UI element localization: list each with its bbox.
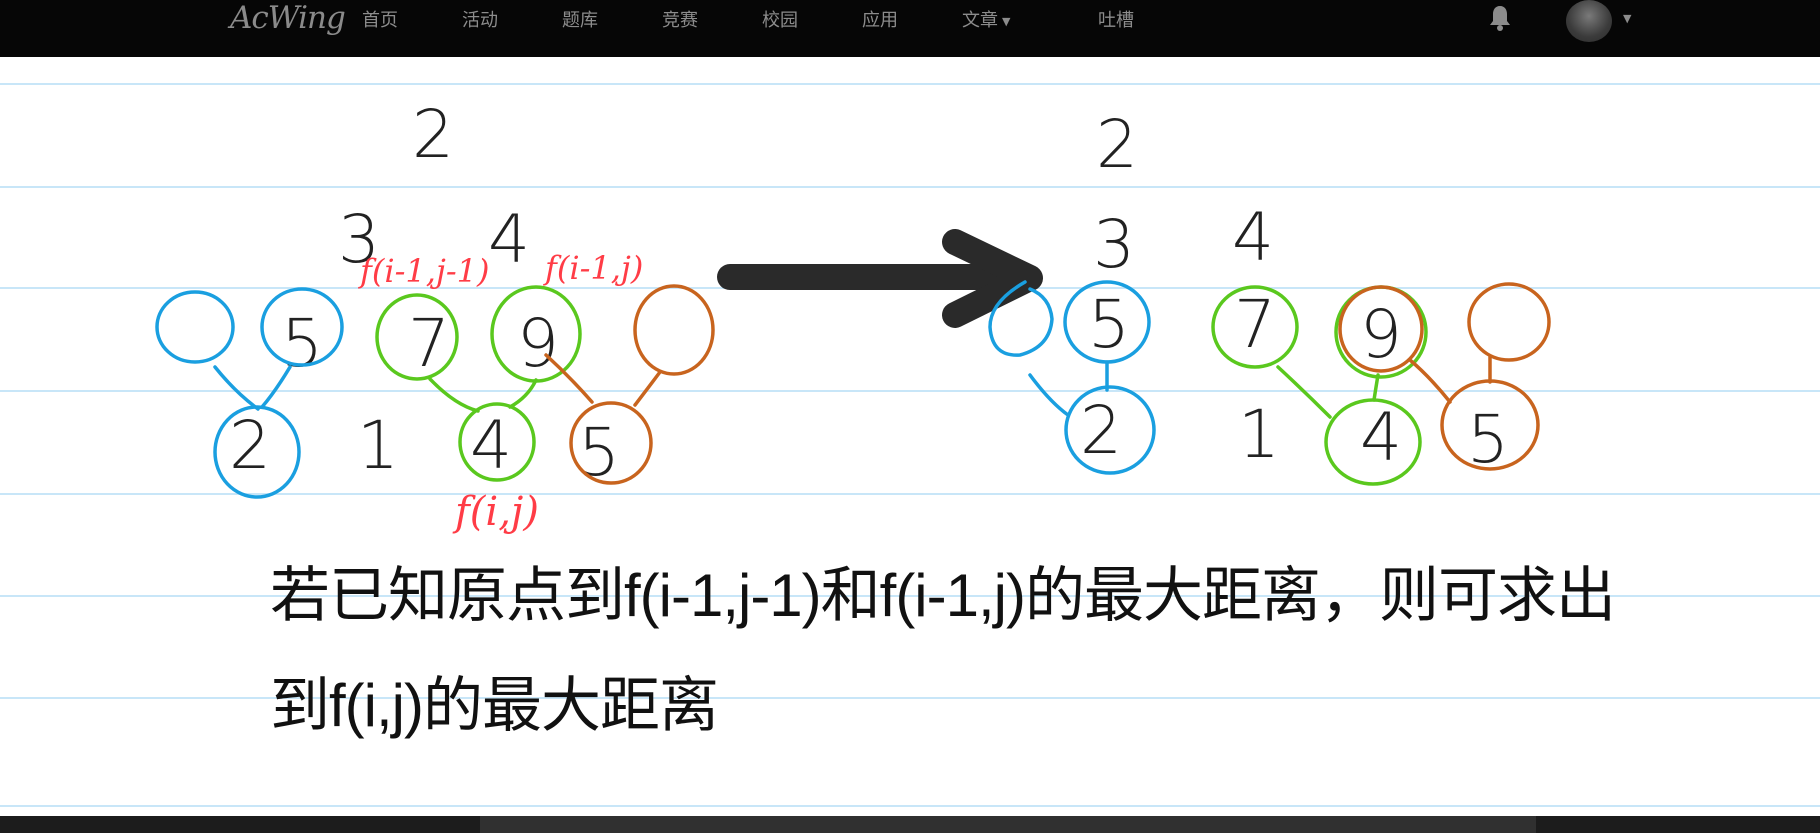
avatar-chevron-down-icon[interactable]: ▼	[1623, 12, 1631, 25]
nav-item-activities[interactable]: 活动	[462, 6, 498, 32]
right-row2-num-b: 4	[1232, 199, 1274, 276]
nav-item-home[interactable]: 首页	[362, 6, 398, 32]
annotation-f-i-1-j: f(i-1,j)	[543, 249, 643, 287]
left-row2-num-b: 4	[488, 201, 530, 278]
nav-item-apps[interactable]: 应用	[862, 6, 898, 32]
bottom-bar-segment	[480, 816, 1536, 833]
annotation-f-i-1-j-1: f(i-1,j-1)	[358, 252, 489, 290]
caption-line-2: 到f(i,j)的最大距离	[270, 672, 719, 739]
right-row4-num-b: 1	[1238, 396, 1280, 473]
user-avatar[interactable]	[1566, 0, 1612, 42]
nav-item-campus[interactable]: 校园	[762, 6, 798, 32]
acwing-logo[interactable]: AcWing	[230, 0, 346, 36]
right-row2-num-a: 3	[1093, 206, 1135, 283]
nav-item-articles-label: 文章	[962, 10, 998, 31]
bell-icon[interactable]	[1488, 4, 1512, 32]
right-row4-num-c: 4	[1360, 399, 1402, 476]
left-row3-num-c: 9	[517, 305, 559, 382]
right-row3-num-a: 5	[1088, 286, 1130, 363]
left-row1-num: 2	[412, 96, 454, 173]
nav-item-feedback[interactable]: 吐槽	[1098, 6, 1134, 32]
right-arrow	[717, 229, 1043, 328]
top-navbar: AcWing 首页 活动 题库 竞赛 校园 应用 文章 ▼ 吐槽 ▼	[0, 0, 1820, 57]
bottom-bar	[0, 816, 1820, 833]
right-row4-num-a: 2	[1080, 392, 1122, 469]
right-row1-num: 2	[1096, 106, 1138, 183]
left-row4-num-a: 2	[229, 407, 271, 484]
nav-item-articles[interactable]: 文章 ▼	[962, 6, 1010, 32]
chevron-down-icon: ▼	[1002, 14, 1011, 28]
left-row4-num-b: 1	[357, 407, 399, 484]
nav-item-problems[interactable]: 题库	[562, 6, 598, 32]
right-row3-num-b: 7	[1234, 286, 1276, 363]
annotation-f-i-j: f(i,j)	[452, 489, 539, 535]
caption-line-1: 若已知原点到f(i-1,j-1)和f(i-1,j)的最大距离，则可求出	[270, 562, 1616, 629]
nav-item-contests[interactable]: 竞赛	[662, 6, 698, 32]
right-row3-num-c: 9	[1360, 296, 1402, 373]
whiteboard-image: 2 3 4 5 7 9 2 1 4 5 f(i-1,j-1) f(i-1,j) …	[0, 57, 1820, 816]
